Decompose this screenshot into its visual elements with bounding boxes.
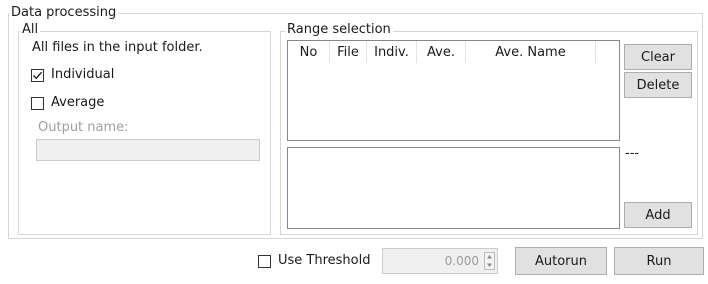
column-header-indiv[interactable]: Indiv. [367,41,417,63]
delete-button[interactable]: Delete [624,72,692,98]
output-name-input[interactable] [36,139,260,161]
checkmark-icon [33,71,43,80]
average-checkbox[interactable] [31,97,44,110]
data-processing-label: Data processing [9,5,119,20]
column-header-ave[interactable]: Ave. [417,41,466,63]
individual-label[interactable]: Individual [51,67,114,83]
autorun-button[interactable]: Autorun [515,247,607,275]
column-header-no[interactable]: No [288,41,330,63]
spin-down-icon[interactable] [485,261,494,269]
column-header-file[interactable]: File [330,41,367,63]
individual-checkbox[interactable] [31,69,44,82]
clear-button[interactable]: Clear [624,44,692,70]
threshold-input[interactable]: 0.000 [382,248,498,274]
run-button[interactable]: Run [614,247,704,275]
use-threshold-label[interactable]: Use Threshold [278,253,371,269]
threshold-value: 0.000 [444,254,479,268]
range-secondary-list[interactable] [287,147,620,229]
all-description: All files in the input folder. [32,40,203,55]
threshold-spinner[interactable] [484,252,495,270]
range-dash-text: --- [625,146,640,161]
use-threshold-checkbox[interactable] [258,255,271,268]
spin-up-icon[interactable] [485,253,494,261]
column-header-ave-name[interactable]: Ave. Name [466,41,596,63]
range-list[interactable]: No File Indiv. Ave. Ave. Name [287,40,620,141]
add-button[interactable]: Add [624,202,692,228]
range-list-header: No File Indiv. Ave. Ave. Name [288,41,596,63]
all-group-label: All [20,22,41,37]
range-selection-label: Range selection [285,22,393,37]
average-label[interactable]: Average [51,95,104,111]
output-name-label: Output name: [38,120,129,135]
